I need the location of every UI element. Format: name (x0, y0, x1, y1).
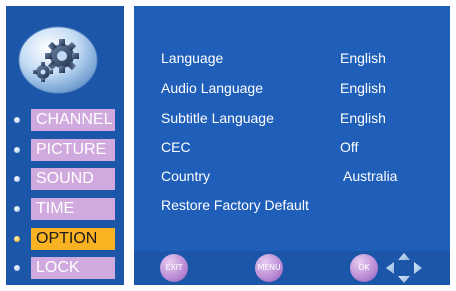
ok-button[interactable]: OK (350, 254, 378, 282)
bullet-dot-icon (14, 176, 20, 182)
menu-button[interactable]: MENU (255, 254, 283, 282)
gear-icon (18, 26, 98, 94)
options-panel: Language English Audio Language English … (134, 6, 450, 285)
menu-item-picture[interactable]: PICTURE (14, 139, 124, 161)
setting-value: English (340, 50, 386, 66)
setting-row-country[interactable]: Country Australia (161, 166, 441, 186)
settings-list: Language English Audio Language English … (134, 6, 450, 251)
setting-name: CEC (161, 139, 191, 155)
bullet-dot-icon (14, 206, 20, 212)
menu-item-time[interactable]: TIME (14, 198, 124, 220)
setting-value: English (340, 110, 386, 126)
menu-item-label: SOUND (31, 168, 115, 190)
menu-item-label: TIME (31, 198, 115, 220)
setting-row-language[interactable]: Language English (161, 48, 441, 68)
setting-row-subtitle-language[interactable]: Subtitle Language English (161, 108, 441, 128)
bullet-dot-icon (14, 265, 20, 271)
menu-item-label: LOCK (31, 257, 115, 279)
setting-row-cec[interactable]: CEC Off (161, 137, 441, 157)
setting-value: Australia (343, 168, 398, 184)
menu-item-label: PICTURE (31, 139, 115, 161)
setting-name: Subtitle Language (161, 110, 274, 126)
setting-name: Audio Language (161, 80, 263, 96)
menu-item-channel[interactable]: CHANNEL (14, 109, 124, 131)
sidebar-menu: CHANNEL PICTURE SOUND TIME OPTION LOCK (6, 6, 124, 285)
setting-name: Restore Factory Default (161, 197, 309, 213)
setting-value: Off (340, 139, 359, 155)
setting-name: Language (161, 50, 224, 66)
bullet-dot-icon (14, 117, 20, 123)
menu-item-label: CHANNEL (31, 109, 115, 131)
bullet-dot-icon (14, 236, 20, 242)
menu-item-lock[interactable]: LOCK (14, 257, 124, 279)
menu-item-label: OPTION (31, 228, 115, 250)
setting-row-audio-language[interactable]: Audio Language English (161, 78, 441, 98)
bullet-dot-icon (14, 147, 20, 153)
setting-row-restore-factory-default[interactable]: Restore Factory Default (161, 195, 441, 215)
setting-name: Country (161, 168, 211, 184)
exit-button[interactable]: EXIT (160, 254, 188, 282)
menu-item-option[interactable]: OPTION (14, 228, 124, 250)
menu-item-sound[interactable]: SOUND (14, 168, 124, 190)
dpad-arrows-icon (386, 253, 422, 283)
setting-value: English (340, 80, 386, 96)
